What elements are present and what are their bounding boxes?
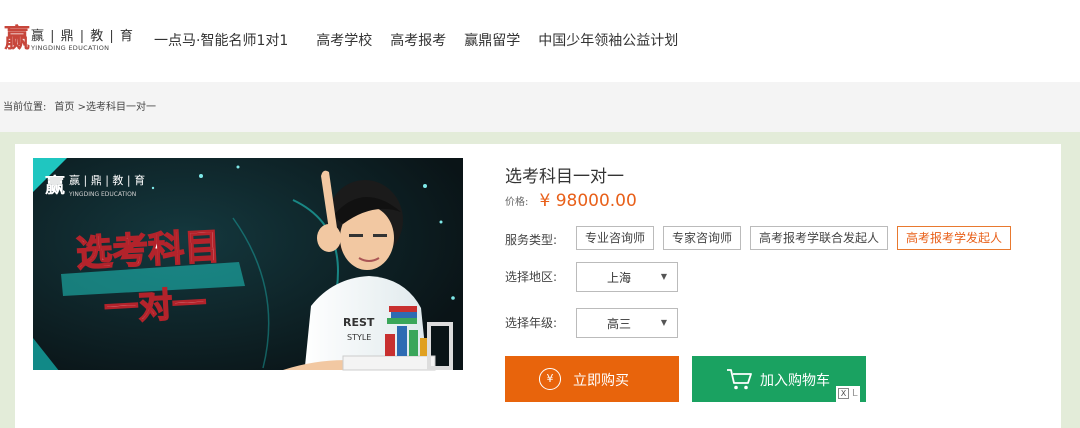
service-type-options: 专业咨询师 专家咨询师 高考报考学联合发起人 高考报考学发起人: [576, 226, 1020, 250]
banner-logo-mark: 赢: [45, 173, 65, 197]
close-icon[interactable]: X: [838, 388, 849, 399]
grade-select[interactable]: 高三 ▼: [576, 308, 678, 338]
price-value: ¥ 98000.00: [539, 190, 637, 211]
nav-item-gaokao-school[interactable]: 高考学校: [316, 31, 372, 51]
service-option-co-founder[interactable]: 高考报考学联合发起人: [750, 226, 889, 250]
banner-headline-1: 选考科目: [75, 227, 221, 275]
product-panel: 赢 赢 | 鼎 | 教 | 育 YINGDING EDUCATION 选考科目 …: [15, 144, 1061, 428]
region-label: 选择地区:: [505, 270, 558, 284]
buy-now-button[interactable]: ¥ 立即购买: [505, 356, 679, 402]
nav-item-gaokao-apply[interactable]: 高考报考: [390, 31, 446, 51]
floating-widget[interactable]: X L: [836, 386, 860, 402]
service-option-founder[interactable]: 高考报考学发起人: [897, 226, 1012, 250]
nav-item-study-abroad[interactable]: 赢鼎留学: [464, 31, 520, 51]
product-banner-image: 赢 赢 | 鼎 | 教 | 育 YINGDING EDUCATION 选考科目 …: [33, 158, 463, 386]
logo-name: 赢 | 鼎 | 教 | 育: [31, 29, 134, 44]
nav-item-yidianma[interactable]: 一点马·智能名师1对1: [154, 31, 288, 51]
banner-logo-name: 赢 | 鼎 | 教 | 育: [69, 173, 145, 188]
logo-mark: 赢: [4, 24, 31, 54]
breadcrumb-home-link[interactable]: 首页: [54, 98, 74, 113]
region-select[interactable]: 上海 ▼: [576, 262, 678, 292]
site-header: 赢 赢 | 鼎 | 教 | 育 YINGDING EDUCATION 一点马·智…: [0, 0, 1080, 82]
product-section: 赢 赢 | 鼎 | 教 | 育 YINGDING EDUCATION 选考科目 …: [0, 132, 1080, 428]
breadcrumb: 当前位置: 首页 >选考科目一对一: [3, 98, 156, 113]
main-nav: 一点马·智能名师1对1 高考学校 高考报考 赢鼎留学 中国少年领袖公益计划: [154, 31, 678, 51]
breadcrumb-prefix: 当前位置:: [3, 102, 47, 113]
logo-english: YINGDING EDUCATION: [31, 44, 110, 52]
yuan-circle-icon: ¥: [539, 368, 561, 390]
price-row: 价格: ¥ 98000.00: [505, 190, 637, 211]
buy-now-label: 立即购买: [573, 373, 629, 389]
svg-text:REST: REST: [343, 316, 375, 329]
breadcrumb-bar: 当前位置: 首页 >选考科目一对一: [0, 82, 1080, 132]
widget-text: L: [852, 388, 858, 399]
chevron-down-icon: ▼: [660, 318, 667, 327]
price-label: 价格:: [505, 197, 529, 208]
service-option-professional-advisor[interactable]: 专业咨询师: [576, 226, 655, 250]
grade-select-value: 高三: [607, 317, 632, 331]
svg-text:STYLE: STYLE: [347, 333, 371, 342]
site-logo[interactable]: 赢 赢 | 鼎 | 教 | 育 YINGDING EDUCATION: [4, 24, 133, 56]
add-to-cart-label: 加入购物车: [760, 373, 830, 389]
service-option-expert-advisor[interactable]: 专家咨询师: [663, 226, 742, 250]
nav-item-youth-leader[interactable]: 中国少年领袖公益计划: [538, 31, 678, 51]
grade-label: 选择年级:: [505, 316, 558, 330]
service-type-label: 服务类型:: [505, 233, 558, 247]
region-select-value: 上海: [607, 271, 632, 285]
banner-headline-2: 一对一: [103, 284, 207, 329]
breadcrumb-current: >选考科目一对一: [77, 102, 156, 113]
chevron-down-icon: ▼: [660, 272, 667, 281]
banner-logo-english: YINGDING EDUCATION: [68, 191, 136, 198]
shopping-cart-icon: [727, 369, 752, 390]
product-title: 选考科目一对一: [505, 167, 624, 187]
